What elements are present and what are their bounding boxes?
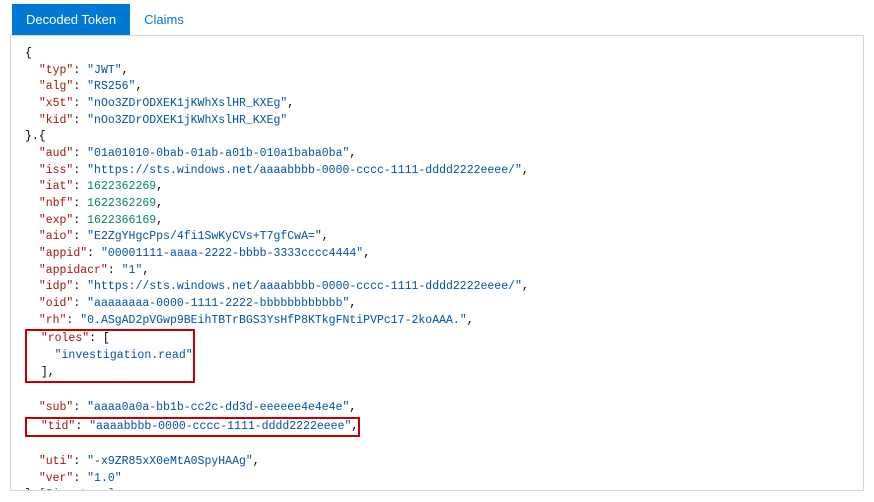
tab-claims[interactable]: Claims <box>130 4 198 35</box>
jwt-aio-val: "E2ZgYHgcPps/4fi1SwKyCVs+T7gfCwA=" <box>87 230 322 243</box>
jwt-tid-val: "aaaabbbb-0000-cccc-1111-dddd2222eeee" <box>89 420 351 433</box>
jwt-oid-key: "oid" <box>39 297 74 310</box>
jwt-exp-val: 1622366169 <box>87 214 156 227</box>
jwt-header-alg-key: "alg" <box>39 80 74 93</box>
jwt-header-alg-val: "RS256" <box>87 80 135 93</box>
jwt-sub-key: "sub" <box>39 401 74 414</box>
jwt-ver-val: "1.0" <box>87 472 122 485</box>
jwt-appidacr-val: "1" <box>122 264 143 277</box>
jwt-header-x5t-val: "nOo3ZDrODXEK1jKWhXslHR_KXEg" <box>87 97 287 110</box>
jwt-roles-key: "roles" <box>41 332 89 345</box>
jwt-header-kid-key: "kid" <box>39 114 74 127</box>
jwt-appid-val: "00001111-aaaa-2222-bbbb-3333cccc4444" <box>101 247 363 260</box>
jwt-nbf-val: 1622362269 <box>87 197 156 210</box>
jwt-json: { "typ": "JWT", "alg": "RS256", "x5t": "… <box>25 46 851 491</box>
jwt-header-typ-key: "typ" <box>39 64 74 77</box>
jwt-aud-key: "aud" <box>39 147 74 160</box>
jwt-roles-val0: "investigation.read" <box>55 349 193 362</box>
jwt-aud-val: "01a01010-0bab-01ab-a01b-010a1baba0ba" <box>87 147 349 160</box>
jwt-iss-val: "https://sts.windows.net/aaaabbbb-0000-c… <box>87 164 522 177</box>
jwt-aio-key: "aio" <box>39 230 74 243</box>
jwt-idp-val: "https://sts.windows.net/aaaabbbb-0000-c… <box>87 280 522 293</box>
jwt-ver-key: "ver" <box>39 472 74 485</box>
jwt-appidacr-key: "appidacr" <box>39 264 108 277</box>
jwt-header-typ-val: "JWT" <box>87 64 122 77</box>
jwt-oid-val: "aaaaaaaa-0000-1111-2222-bbbbbbbbbbbb" <box>87 297 349 310</box>
jwt-uti-val: "-x9ZR85xX0eMtA0SpyHAAg" <box>87 455 253 468</box>
jwt-tid-key: "tid" <box>41 420 76 433</box>
tab-bar: Decoded Token Claims <box>12 4 870 35</box>
tab-decoded-token[interactable]: Decoded Token <box>12 4 130 35</box>
jwt-idp-key: "idp" <box>39 280 74 293</box>
jwt-header-kid-val: "nOo3ZDrODXEK1jKWhXslHR_KXEg" <box>87 114 287 127</box>
jwt-rh-key: "rh" <box>39 314 67 327</box>
highlight-tid: "tid": "aaaabbbb-0000-cccc-1111-dddd2222… <box>25 417 360 438</box>
jwt-header-x5t-key: "x5t" <box>39 97 74 110</box>
jwt-sub-val: "aaaa0a0a-bb1b-cc2c-dd3d-eeeeee4e4e4e" <box>87 401 349 414</box>
decoded-token-panel: { "typ": "JWT", "alg": "RS256", "x5t": "… <box>10 35 864 491</box>
highlight-roles: "roles": [ "investigation.read" ], <box>25 329 195 383</box>
jwt-iat-key: "iat" <box>39 180 74 193</box>
jwt-appid-key: "appid" <box>39 247 87 260</box>
jwt-exp-key: "exp" <box>39 214 74 227</box>
jwt-uti-key: "uti" <box>39 455 74 468</box>
jwt-iss-key: "iss" <box>39 164 74 177</box>
jwt-rh-val: "0.ASgAD2pVGwp9BEihTBTrBGS3YsHfP8KTkgFNt… <box>80 314 466 327</box>
jwt-signature: [Signature] <box>39 488 115 491</box>
jwt-nbf-key: "nbf" <box>39 197 74 210</box>
jwt-iat-val: 1622362269 <box>87 180 156 193</box>
